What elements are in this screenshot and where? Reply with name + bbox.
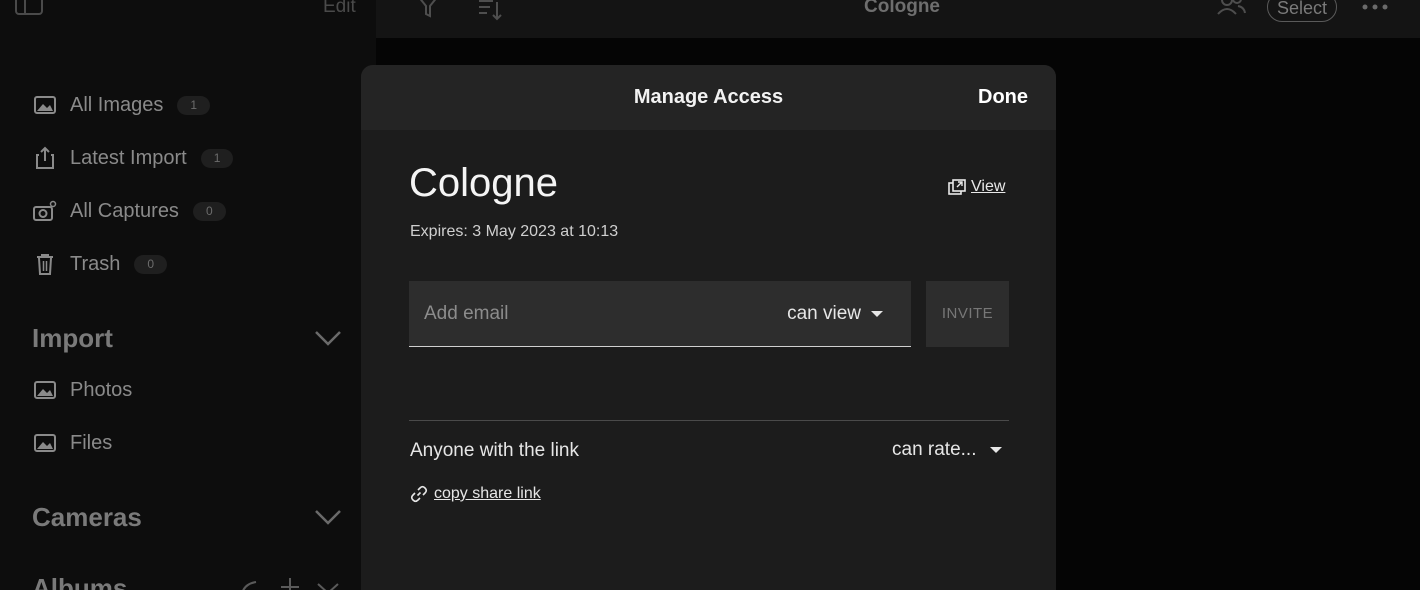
people-icon[interactable] [1216,0,1246,18]
sidebar-toggle-icon[interactable] [14,0,44,18]
link-icon [410,485,428,503]
sidebar-item-trash[interactable]: Trash 0 [32,249,168,279]
sidebar: Edit All Images 1 Latest Import 1 All Ca… [0,0,377,590]
sidebar-item-label: Photos [70,378,133,401]
external-view-icon [948,179,966,195]
copy-share-link[interactable]: copy share link [410,485,541,503]
sidebar-item-label: All Captures [70,199,179,222]
section-title-cameras[interactable]: Cameras [32,502,142,533]
section-title-import[interactable]: Import [32,323,113,354]
albums-actions-icon[interactable] [236,576,346,590]
chevron-down-icon[interactable] [314,509,342,525]
dialog-header: Manage Access Done [361,65,1056,130]
page-title: Cologne [864,0,940,17]
trash-icon [32,251,58,277]
view-link-label: View [971,178,1006,195]
count-badge: 0 [134,254,168,274]
app-window: Edit All Images 1 Latest Import 1 All Ca… [0,0,1420,590]
filter-icon[interactable] [416,0,440,20]
camera-icon [32,198,58,224]
sidebar-item-all-captures[interactable]: All Captures 0 [32,196,226,226]
count-badge: 0 [192,201,226,221]
email-permission-dropdown[interactable]: can view [787,303,883,325]
more-icon[interactable] [1361,3,1389,11]
sidebar-item-files[interactable]: Files [32,428,112,458]
link-permission-value: can rate... [892,439,977,460]
sidebar-item-label: Files [70,431,113,454]
image-icon [32,430,58,456]
sidebar-item-label: Trash [70,252,121,275]
caret-down-icon [871,311,883,317]
link-access-label: Anyone with the link [410,440,579,461]
image-icon [32,92,58,118]
chevron-down-icon[interactable] [314,330,342,346]
count-badge: 1 [177,95,211,115]
sidebar-item-photos[interactable]: Photos [32,375,132,405]
sidebar-edit-button[interactable]: Edit [323,0,356,18]
invite-button[interactable]: INVITE [926,281,1009,347]
email-permission-value: can view [787,303,861,324]
email-field: can view [409,281,911,347]
sort-icon[interactable] [477,0,505,22]
manage-access-dialog: Manage Access Done Cologne View Expires:… [361,65,1056,590]
image-icon [32,377,58,403]
divider [409,420,1009,421]
done-button[interactable]: Done [978,86,1028,109]
album-title: Cologne [409,161,559,205]
expiry-text: Expires: 3 May 2023 at 10:13 [410,223,619,240]
view-link[interactable]: View [948,178,1005,196]
caret-down-icon [989,447,1002,453]
copy-share-link-label: copy share link [434,485,541,502]
import-icon [32,145,58,171]
link-permission-dropdown[interactable]: can rate... [892,439,1002,461]
sidebar-item-all-images[interactable]: All Images 1 [32,90,211,120]
section-title-albums[interactable]: Albums [32,573,127,590]
email-input[interactable] [409,281,749,347]
sidebar-item-latest-import[interactable]: Latest Import 1 [32,143,234,173]
select-button[interactable]: Select [1267,0,1337,22]
sidebar-item-label: All Images [70,93,164,116]
dialog-title: Manage Access [633,86,784,108]
sidebar-item-label: Latest Import [70,146,187,169]
count-badge: 1 [200,148,234,168]
top-bar: Cologne Select [376,0,1420,38]
